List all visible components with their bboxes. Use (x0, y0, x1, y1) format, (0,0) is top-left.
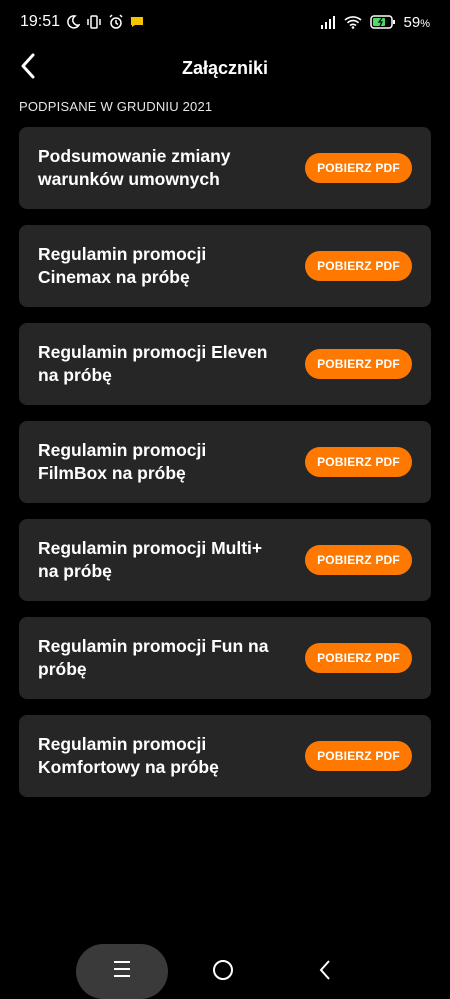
attachment-card: Podsumowanie zmiany warunków umownych PO… (19, 127, 431, 209)
alarm-icon (108, 14, 124, 30)
download-pdf-button[interactable]: POBIERZ PDF (305, 251, 412, 281)
battery-percent: 59% (403, 13, 430, 31)
chevron-left-icon (20, 53, 36, 84)
wifi-icon (343, 15, 362, 29)
attachment-title: Regulamin promocji Multi+ na próbę (38, 538, 263, 581)
attachment-card: Regulamin promocji FilmBox na próbę POBI… (19, 421, 431, 503)
download-pdf-button[interactable]: POBIERZ PDF (305, 643, 412, 673)
attachment-card: Regulamin promocji Eleven na próbę POBIE… (19, 323, 431, 405)
attachment-card: Regulamin promocji Cinemax na próbę POBI… (19, 225, 431, 307)
status-right: 59% (320, 14, 430, 31)
status-left: 19:51 (20, 13, 144, 31)
message-icon (130, 16, 144, 28)
page-title: Załączniki (181, 57, 269, 78)
nav-back-icon (318, 959, 332, 986)
app-header: Załączniki (0, 44, 450, 92)
download-pdf-button[interactable]: POBIERZ PDF (305, 545, 412, 575)
download-pdf-button[interactable]: POBIERZ PDF (305, 447, 412, 477)
attachment-title: Regulamin promocji Eleven na próbę (38, 342, 268, 385)
attachment-title: Podsumowanie zmiany warunków umownych (38, 146, 231, 189)
download-pdf-button[interactable]: POBIERZ PDF (305, 349, 412, 379)
attachment-card: Regulamin promocji Multi+ na próbę POBIE… (19, 519, 431, 601)
section-label: PODPISANE W GRUDNIU 2021 (19, 99, 213, 114)
status-time: 19:51 (20, 13, 61, 30)
nav-menu-button[interactable] (76, 944, 168, 999)
menu-icon (112, 960, 132, 983)
back-button[interactable] (14, 53, 42, 84)
attachment-title: Regulamin promocji Cinemax na próbę (38, 244, 207, 287)
moon-icon (66, 15, 81, 29)
nav-home-button[interactable] (212, 959, 234, 986)
attachment-card: Regulamin promocji Komfortowy na próbę P… (19, 715, 431, 797)
battery-icon (369, 15, 396, 29)
attachment-title: Regulamin promocji Komfortowy na próbę (38, 734, 219, 777)
home-circle-icon (212, 959, 234, 986)
attachment-card: Regulamin promocji Fun na próbę POBIERZ … (19, 617, 431, 699)
download-pdf-button[interactable]: POBIERZ PDF (305, 741, 412, 771)
vibrate-icon (86, 15, 102, 29)
nav-back-button[interactable] (314, 959, 336, 986)
attachments-list: Podsumowanie zmiany warunków umownych PO… (19, 127, 431, 813)
attachment-title: Regulamin promocji Fun na próbę (38, 636, 269, 679)
status-bar: 19:51 59% (0, 0, 450, 44)
system-nav-bar (0, 944, 450, 999)
download-pdf-button[interactable]: POBIERZ PDF (305, 153, 412, 183)
attachment-title: Regulamin promocji FilmBox na próbę (38, 440, 207, 483)
signal-icon (320, 15, 336, 29)
